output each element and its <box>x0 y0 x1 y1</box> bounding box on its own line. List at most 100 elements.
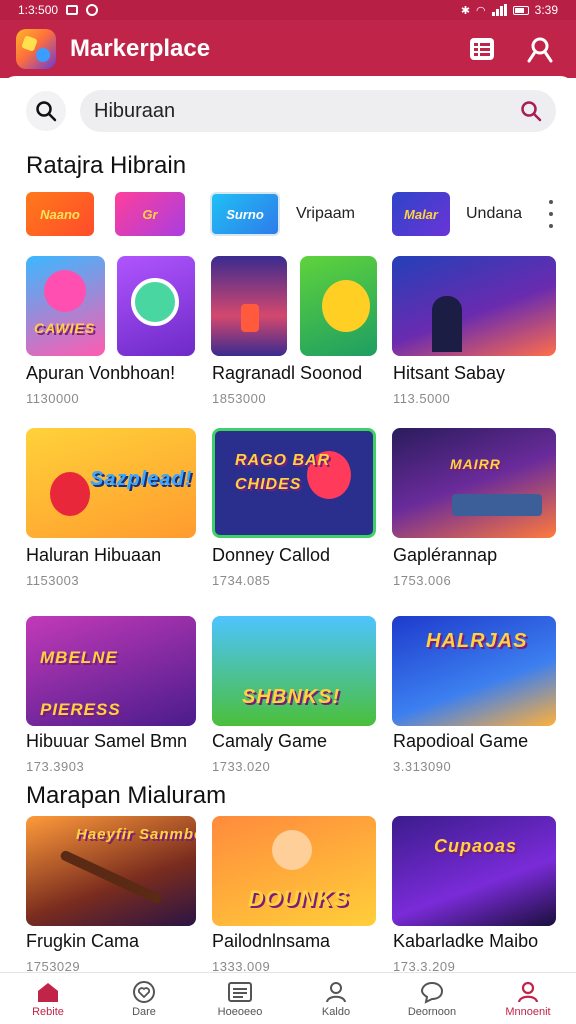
chip-gr[interactable]: Gr <box>115 192 185 236</box>
chat-icon <box>420 981 444 1004</box>
user-search-icon <box>527 37 553 63</box>
chip-label: Malar <box>404 206 438 222</box>
tile-art-title: Haeyfir Sanmbe <box>76 826 196 843</box>
game-tile[interactable] <box>300 256 377 356</box>
game-tile[interactable]: Sazplead! <box>26 428 196 538</box>
game-count: 173.3.209 <box>393 959 456 972</box>
section-title: Ratajra Hibrain <box>26 152 187 179</box>
nav-item-profile[interactable]: Mnnoenit <box>480 973 576 1024</box>
nav-label: Mnnoenit <box>505 1005 551 1018</box>
search-submit-icon[interactable] <box>520 100 542 122</box>
nav-label: Rebite <box>32 1005 64 1018</box>
chip-vripaam[interactable]: Vripaam <box>296 205 355 223</box>
nav-item-home[interactable]: Rebite <box>0 973 96 1024</box>
list-icon <box>228 981 252 1002</box>
game-count: 1153003 <box>26 573 80 588</box>
home-icon <box>38 982 58 1002</box>
app-bar: Markerplace <box>0 20 576 78</box>
tile-art-title: Sazplead! <box>90 468 193 490</box>
game-count: 1853000 <box>212 391 267 406</box>
game-tile[interactable] <box>117 256 195 356</box>
game-title[interactable]: Rapodioal Game <box>393 731 528 752</box>
game-title[interactable]: Kabarladke Maibo <box>393 931 538 952</box>
nav-item-favorites[interactable]: Dare <box>96 973 192 1024</box>
game-title[interactable]: Camaly Game <box>212 731 327 752</box>
wifi-icon: ◠ <box>476 4 486 17</box>
category-chips: Naano Gr Surno Vripaam Malar Undana <box>26 192 556 236</box>
game-title[interactable]: Frugkin Cama <box>26 931 139 952</box>
chip-undana[interactable]: Undana <box>466 205 522 223</box>
tile-art-title: RAGO BAR CHIDES <box>235 452 331 493</box>
account-search-button[interactable] <box>520 29 560 69</box>
game-title[interactable]: Apuran Vonbhoan! <box>26 363 175 384</box>
game-title[interactable]: Donney Callod <box>212 545 330 566</box>
game-tile[interactable] <box>211 256 287 356</box>
catalog-button[interactable] <box>462 29 502 69</box>
search-icon <box>36 101 57 122</box>
tile-art-title: CAWIES <box>34 320 96 336</box>
game-count: 1333.009 <box>212 959 271 972</box>
page-title: Markerplace <box>70 35 211 62</box>
game-tile[interactable]: HALRJAS <box>392 616 556 726</box>
game-count: 173.3903 <box>26 759 85 774</box>
game-count: 1130000 <box>26 391 80 406</box>
heart-icon <box>133 980 155 1003</box>
nav-label: Hoeoeeo <box>217 1005 263 1018</box>
game-count: 1733.020 <box>212 759 271 774</box>
section-title: Marapan Mialuram <box>26 782 227 809</box>
search-button[interactable] <box>26 91 66 131</box>
more-options-icon[interactable] <box>546 200 556 228</box>
game-count: 1753029 <box>26 959 81 972</box>
game-title[interactable]: Hibuuar Samel Bmn <box>26 731 187 752</box>
game-count: 3.313090 <box>393 759 452 774</box>
game-tile[interactable]: DOUNKS <box>212 816 376 926</box>
signal-icon <box>491 4 507 16</box>
game-title[interactable]: Pailodnlnsama <box>212 931 330 952</box>
tile-art-title: MAIRR <box>450 456 501 472</box>
game-tile[interactable]: CAWIES <box>26 256 105 356</box>
chip-label: Gr <box>142 206 158 222</box>
person-icon <box>326 981 346 1002</box>
chip-label: Surno <box>226 206 264 222</box>
bluetooth-icon: ✱ <box>460 4 471 17</box>
chip-label: Naano <box>40 206 80 222</box>
battery-icon <box>512 5 529 15</box>
search-input[interactable] <box>94 99 520 123</box>
tile-art-title: MBELNE PIERESS <box>40 648 121 719</box>
game-title[interactable]: Gaplérannap <box>393 545 497 566</box>
nav-label: Dare <box>132 1005 156 1018</box>
game-title[interactable]: Ragranadl Soonod <box>212 363 362 384</box>
game-tile[interactable]: MAIRR <box>392 428 556 538</box>
game-title[interactable]: Hitsant Sabay <box>393 363 505 384</box>
nav-item-chat[interactable]: Deornoon <box>384 973 480 1024</box>
chip-malar[interactable]: Malar <box>392 192 450 236</box>
search-bar <box>26 90 556 132</box>
game-tile[interactable] <box>392 256 556 356</box>
app-logo <box>16 29 56 69</box>
game-tile[interactable]: Cupaoas <box>392 816 556 926</box>
notification-icon <box>66 5 79 15</box>
search-field[interactable] <box>80 90 556 132</box>
chip-naano[interactable]: Naano <box>26 192 94 236</box>
sync-icon <box>86 4 99 16</box>
game-tile[interactable]: RAGO BAR CHIDES <box>212 428 376 538</box>
tile-art-title: Cupaoas <box>434 836 518 856</box>
game-tile[interactable]: Haeyfir Sanmbe <box>26 816 196 926</box>
tile-art-title: SHBNKS! <box>242 686 341 708</box>
nav-item-list[interactable]: Hoeoeeo <box>192 973 288 1024</box>
status-bar: 1:3:500 ✱ ◠ 3:39 <box>0 0 576 20</box>
main-content: Ratajra Hibrain Naano Gr Surno Vripaam M… <box>0 76 576 972</box>
status-time-left: 1:3:500 <box>18 3 59 17</box>
game-tile[interactable]: MBELNE PIERESS <box>26 616 196 726</box>
game-count: 113.5000 <box>393 391 451 406</box>
nav-label: Deornoon <box>407 1005 457 1018</box>
game-count: 1734.085 <box>212 573 271 588</box>
nav-item-people[interactable]: Kaldo <box>288 973 384 1024</box>
catalog-icon <box>470 38 494 60</box>
status-time-right: 3:39 <box>534 3 558 17</box>
chip-surno[interactable]: Surno <box>210 192 280 236</box>
game-tile[interactable]: SHBNKS! <box>212 616 376 726</box>
game-count: 1753.006 <box>393 573 452 588</box>
game-title[interactable]: Haluran Hibuaan <box>26 545 161 566</box>
tile-art-title: HALRJAS <box>426 630 528 652</box>
